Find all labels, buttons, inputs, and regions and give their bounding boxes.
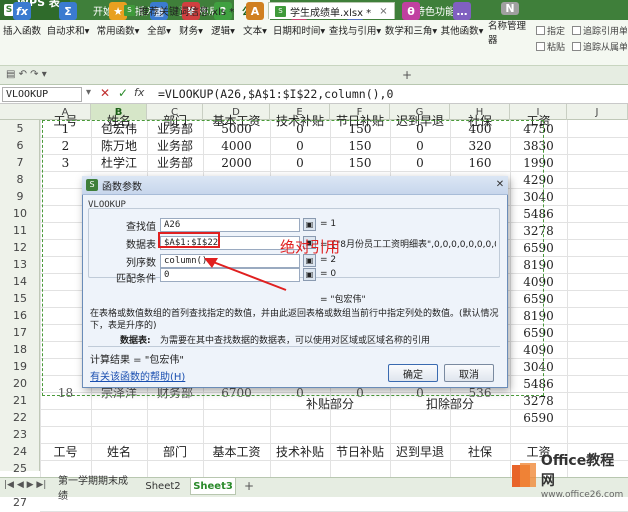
group-header-deduction: 扣除部分: [425, 397, 474, 411]
site-watermark: Office教程网 www.office26.com: [510, 453, 628, 500]
sheet-tab-sheet3[interactable]: Sheet3: [190, 478, 236, 495]
cell[interactable]: 基本工资: [203, 443, 270, 460]
param-name-label: 数据表:: [120, 336, 151, 346]
function-description: 在表格或数值数组的首列查找指定的数值，并由此返回表格或数组当前行中指定列处的数值…: [90, 309, 499, 331]
paste-icon: [536, 41, 545, 51]
trace-dependents-button[interactable]: 追踪从属单元格: [572, 40, 627, 53]
doc-tab-grades[interactable]: S 学生成绩单.xlsx * ×: [268, 2, 395, 19]
paste-button[interactable]: 粘贴: [536, 40, 565, 53]
text-icon: A: [246, 2, 264, 20]
arg-label-table-array: 数据表: [126, 240, 156, 251]
specify-icon: [536, 25, 545, 35]
insert-function-button[interactable]: fx 插入函数: [2, 2, 42, 44]
row-header-bar: [0, 120, 40, 471]
fx-icon[interactable]: fx: [134, 86, 144, 99]
spreadsheet-file-icon: S: [124, 5, 135, 16]
cell[interactable]: 姓名: [91, 443, 147, 460]
arg-result-range-lookup: = 0: [320, 269, 337, 279]
dialog-divider: [88, 346, 500, 347]
ok-button[interactable]: 确定: [388, 364, 438, 382]
new-tab-icon[interactable]: +: [402, 68, 412, 82]
cell[interactable]: 社保: [450, 443, 510, 460]
specify-button[interactable]: 指定: [536, 24, 565, 37]
spreadsheet-file-icon: S: [275, 5, 286, 17]
grid-line: [567, 120, 568, 477]
autosum-button[interactable]: Σ 自动求和▾: [46, 2, 90, 44]
group-header-subsidy: 补贴部分: [305, 397, 354, 411]
office-logo-icon: [512, 463, 536, 487]
math-icon: θ: [402, 2, 420, 20]
trace-precedents-button[interactable]: 追踪引用单元格: [572, 24, 627, 37]
more-icon: …: [453, 2, 471, 20]
name-manager-icon: N: [501, 2, 519, 15]
column-header-g[interactable]: G: [390, 104, 450, 120]
column-header-e[interactable]: E: [270, 104, 330, 120]
arg-label-col-index: 列序数: [126, 258, 156, 269]
quick-access-icons[interactable]: ▤ ↶ ↷ ▾: [6, 69, 47, 80]
name-manager-button[interactable]: N 名称管理器: [488, 2, 532, 46]
sheet-nav-arrows[interactable]: |◀ ◀ ▶ ▶|: [4, 480, 46, 490]
cell[interactable]: 部门: [147, 443, 203, 460]
sheet-tab-sheet2[interactable]: Sheet2: [140, 478, 186, 495]
cell[interactable]: 迟到早退: [390, 443, 450, 460]
calc-result-label: 计算结果 = "包宏伟": [90, 355, 184, 366]
column-header-b[interactable]: B: [91, 104, 147, 120]
arg-result-table-array: = {"8月份员工工资明细表",0,0,0,0,0,0,0,0;"工号","..…: [320, 240, 496, 250]
highlight-box-table-array: [158, 232, 220, 248]
cancel-icon[interactable]: ✕: [100, 86, 110, 100]
cell[interactable]: 节日补贴: [330, 443, 390, 460]
trace-precedents-icon: [572, 25, 581, 35]
cancel-button[interactable]: 取消: [444, 364, 494, 382]
dialog-title-bar: S 函数参数: [82, 176, 508, 195]
range-picker-icon[interactable]: ▣: [303, 268, 316, 281]
text-button[interactable]: A 文本▾: [240, 2, 270, 44]
fx-icon: fx: [13, 2, 31, 20]
arg-result-lookup-value: = 1: [320, 219, 337, 229]
cell[interactable]: 6590: [510, 409, 567, 426]
trace-dependents-icon: [572, 41, 581, 51]
chevron-down-icon[interactable]: ▾: [86, 87, 91, 98]
column-header-a[interactable]: A: [40, 104, 91, 120]
document-tab-bar: [0, 66, 628, 85]
more-functions-button[interactable]: … 其他函数▾: [440, 2, 484, 44]
cell[interactable]: 技术补贴: [270, 443, 330, 460]
confirm-icon[interactable]: ✓: [118, 86, 128, 100]
column-header-d[interactable]: D: [203, 104, 270, 120]
column-header-c[interactable]: C: [147, 104, 203, 120]
help-link[interactable]: 有关该函数的帮助(H): [90, 368, 185, 383]
column-header-f[interactable]: F: [330, 104, 390, 120]
arg-label-lookup-value: 查找值: [126, 222, 156, 233]
sigma-icon: Σ: [59, 2, 77, 20]
grid-line: [40, 443, 628, 444]
wps-logo-icon: S: [86, 179, 98, 191]
close-icon[interactable]: ×: [379, 6, 387, 17]
function-result-preview: = "包宏伟": [320, 295, 366, 305]
arg-result-col-index: = 2: [320, 255, 337, 265]
grid-line: [40, 426, 628, 427]
watermark-brand: Office教程网: [540, 453, 615, 489]
close-icon[interactable]: ✕: [494, 179, 506, 191]
column-header-i[interactable]: I: [510, 104, 567, 120]
formula-input[interactable]: =VLOOKUP(A26,$A$1:$I$22,column(),0: [158, 86, 393, 102]
grid-line: [40, 120, 41, 477]
doc-tab-keywords[interactable]: S 推荐关键词信息.xls *: [118, 2, 240, 19]
add-sheet-icon[interactable]: +: [244, 479, 254, 493]
lookup-value-input[interactable]: A26: [160, 218, 300, 232]
cell[interactable]: 工号: [40, 443, 91, 460]
sheet-tab-first-semester[interactable]: 第一学期期末成绩: [58, 476, 136, 502]
watermark-url: www.office26.com: [540, 490, 624, 500]
arg-label-range-lookup: 匹配条件: [116, 274, 156, 285]
column-header-j[interactable]: J: [567, 104, 628, 120]
column-header-h[interactable]: H: [450, 104, 510, 120]
annotation-arrow: [204, 258, 287, 291]
param-description: 为需要在其中查找数据的数据表，可以使用对区域或区域名称的引用: [160, 336, 431, 346]
dialog-title: 函数参数: [102, 181, 142, 193]
name-box[interactable]: VLOOKUP: [2, 87, 82, 102]
range-picker-icon[interactable]: ▣: [303, 218, 316, 231]
